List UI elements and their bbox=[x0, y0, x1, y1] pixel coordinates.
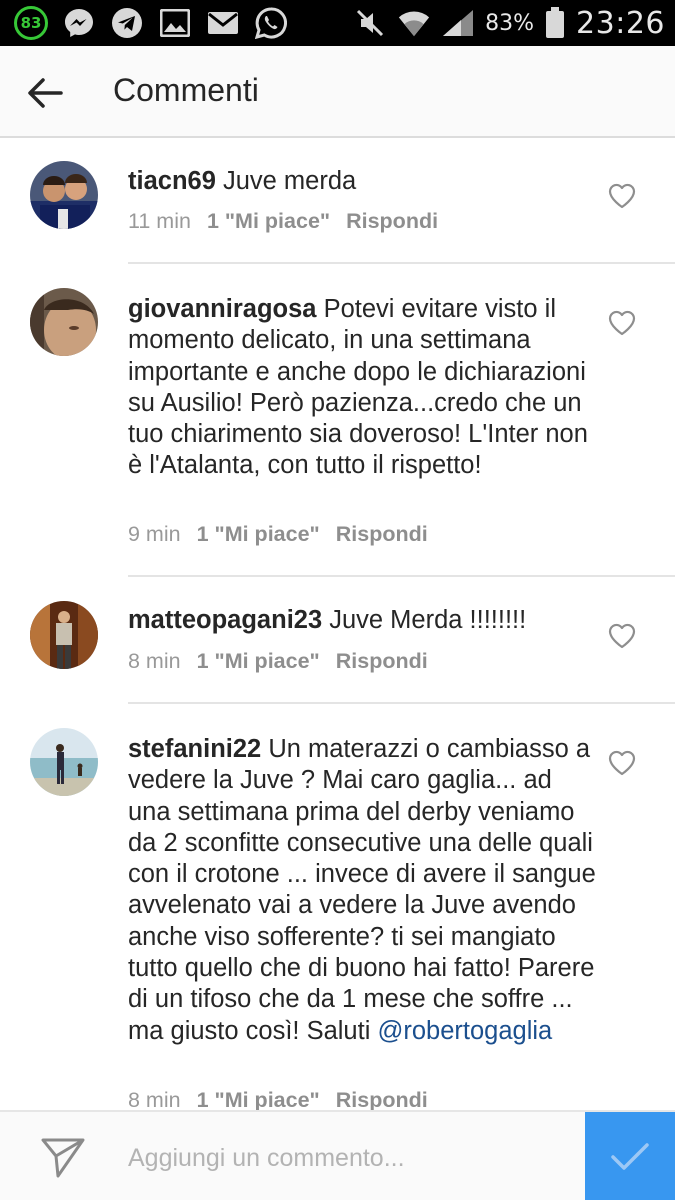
arrow-left-icon bbox=[28, 78, 63, 108]
comment-meta: 9 min 1 "Mi piace" Rispondi bbox=[128, 522, 428, 547]
whatsapp-icon bbox=[254, 6, 288, 40]
paper-plane-icon bbox=[41, 1138, 85, 1178]
reply-button[interactable]: Rispondi bbox=[336, 522, 428, 546]
heart-outline-icon bbox=[608, 183, 636, 209]
comment-body: Juve merda bbox=[222, 167, 357, 195]
telegram-icon bbox=[110, 6, 144, 40]
comment-divider bbox=[128, 262, 675, 264]
app-header: Commenti bbox=[0, 46, 675, 138]
reply-button[interactable]: Rispondi bbox=[336, 1088, 428, 1112]
mail-icon bbox=[206, 6, 240, 40]
comment-time: 8 min bbox=[128, 1088, 181, 1112]
heart-outline-icon bbox=[608, 310, 636, 336]
comment-username[interactable]: matteopagani23 bbox=[128, 606, 322, 634]
comment-username[interactable]: tiacn69 bbox=[128, 167, 216, 195]
comment-likes[interactable]: 1 "Mi piace" bbox=[197, 1088, 320, 1112]
user-mention-link[interactable]: @robertogaglia bbox=[377, 1017, 552, 1045]
reply-button[interactable]: Rispondi bbox=[346, 209, 438, 233]
comment-divider bbox=[128, 702, 675, 704]
comment-username[interactable]: stefanini22 bbox=[128, 735, 261, 763]
notification-icons: 83 bbox=[14, 6, 288, 40]
comment-meta: 11 min 1 "Mi piace" Rispondi bbox=[128, 209, 438, 234]
like-button[interactable] bbox=[608, 623, 638, 651]
page-title: Commenti bbox=[113, 72, 259, 108]
comment-time: 11 min bbox=[128, 209, 191, 233]
battery-percent: 83% bbox=[485, 10, 535, 36]
avatar[interactable] bbox=[30, 288, 98, 356]
comment-text: tiacn69 Juve merda bbox=[128, 166, 598, 197]
comment-divider bbox=[128, 575, 675, 577]
comment-text: matteopagani23 Juve Merda !!!!!!!! bbox=[128, 605, 598, 636]
comment-time: 8 min bbox=[128, 649, 181, 673]
comment-body: Un materazzi o cambiasso a vedere la Juv… bbox=[128, 735, 596, 1045]
clock: 23:26 bbox=[576, 5, 665, 41]
comment-input[interactable] bbox=[128, 1138, 568, 1178]
comment-meta: 8 min 1 "Mi piace" Rispondi bbox=[128, 649, 428, 674]
avatar[interactable] bbox=[30, 601, 98, 669]
mute-icon bbox=[353, 6, 387, 40]
back-button[interactable] bbox=[20, 70, 70, 116]
gallery-icon bbox=[158, 6, 192, 40]
comment-composer bbox=[0, 1110, 675, 1200]
battery-icon bbox=[544, 6, 566, 40]
comment-text: stefanini22 Un materazzi o cambiasso a v… bbox=[128, 734, 598, 1047]
comment-body: Juve Merda !!!!!!!! bbox=[329, 606, 527, 634]
signal-icon bbox=[441, 6, 475, 40]
comment-username[interactable]: giovanniragosa bbox=[128, 295, 316, 323]
like-button[interactable] bbox=[608, 183, 638, 211]
comment-likes[interactable]: 1 "Mi piace" bbox=[197, 522, 320, 546]
messenger-icon bbox=[62, 6, 96, 40]
avatar[interactable] bbox=[30, 728, 98, 796]
heart-outline-icon bbox=[608, 623, 636, 649]
heart-outline-icon bbox=[608, 750, 636, 776]
avatar[interactable] bbox=[30, 161, 98, 229]
post-comment-button[interactable] bbox=[585, 1112, 675, 1200]
direct-share-button[interactable] bbox=[40, 1136, 86, 1180]
comment-likes[interactable]: 1 "Mi piace" bbox=[207, 209, 330, 233]
comment-time: 9 min bbox=[128, 522, 181, 546]
like-button[interactable] bbox=[608, 310, 638, 338]
like-button[interactable] bbox=[608, 750, 638, 778]
status-bar: 83 83% 23:26 bbox=[0, 0, 675, 46]
checkmark-icon bbox=[611, 1143, 649, 1170]
comment-text: giovanniragosa Potevi evitare visto il m… bbox=[128, 294, 598, 482]
wifi-icon bbox=[397, 6, 431, 40]
comment-likes[interactable]: 1 "Mi piace" bbox=[197, 649, 320, 673]
battery-level-badge: 83 bbox=[14, 6, 48, 40]
reply-button[interactable]: Rispondi bbox=[336, 649, 428, 673]
system-status: 83% 23:26 bbox=[353, 4, 665, 42]
